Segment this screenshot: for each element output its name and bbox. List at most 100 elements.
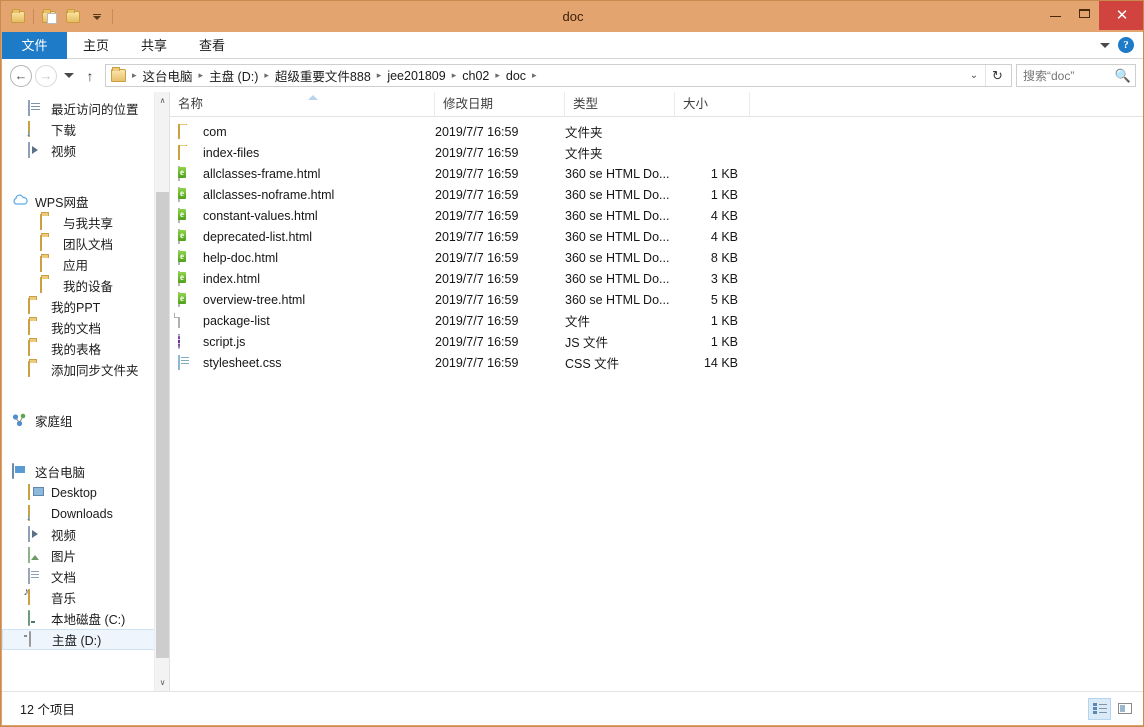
chevron-down-icon[interactable] [1100, 42, 1110, 48]
table-row[interactable]: script.js 2019/7/7 16:59 JS 文件 1 KB [170, 331, 1143, 352]
file-size: 8 KB [710, 250, 738, 265]
sidebar-item-apps[interactable]: 应用 [2, 254, 169, 275]
sidebar-item-main-disk-d[interactable]: 主盘 (D:) [2, 629, 163, 650]
maximize-button[interactable] [1070, 2, 1099, 24]
file-name-cell[interactable]: e help-doc.html [170, 249, 435, 266]
file-name-cell[interactable]: package-list [170, 312, 435, 329]
breadcrumb-separator[interactable]: ▸ [374, 70, 385, 81]
qat-properties-icon[interactable] [38, 6, 60, 28]
tab-view[interactable]: 查看 [183, 32, 241, 59]
details-view-button[interactable] [1088, 697, 1111, 720]
breadcrumb-separator[interactable]: ▸ [449, 70, 460, 81]
table-row[interactable]: com 2019/7/7 16:59 文件夹 [170, 121, 1143, 142]
sidebar-item-my-ppt[interactable]: 我的PPT [2, 296, 169, 317]
table-row[interactable]: stylesheet.css 2019/7/7 16:59 CSS 文件 14 … [170, 352, 1143, 373]
scrollbar-thumb[interactable] [156, 192, 169, 658]
scroll-down-arrow[interactable]: ∨ [155, 674, 169, 691]
table-row[interactable]: e deprecated-list.html 2019/7/7 16:59 36… [170, 226, 1143, 247]
sidebar-item-my-documents[interactable]: 我的文档 [2, 317, 169, 338]
sidebar-item-documents[interactable]: 文档 [2, 566, 169, 587]
qat-new-folder-icon[interactable] [62, 6, 84, 28]
table-row[interactable]: e allclasses-frame.html 2019/7/7 16:59 3… [170, 163, 1143, 184]
sidebar-item-music[interactable]: 音乐 [2, 587, 169, 608]
file-name-cell[interactable]: e index.html [170, 270, 435, 287]
file-name-cell[interactable]: e allclasses-frame.html [170, 165, 435, 182]
tab-home[interactable]: 主页 [67, 32, 125, 59]
breadcrumb-item-0[interactable]: 这台电脑 [140, 66, 196, 85]
breadcrumb-separator[interactable]: ▸ [129, 70, 140, 81]
file-name-cell[interactable]: e constant-values.html [170, 207, 435, 224]
sidebar-item-local-disk-c[interactable]: 本地磁盘 (C:) [2, 608, 169, 629]
search-input[interactable] [1023, 68, 1115, 83]
file-name-cell[interactable]: e overview-tree.html [170, 291, 435, 308]
navigation-pane: 最近访问的位置 下载 视频 [2, 92, 169, 691]
sidebar-item-downloads[interactable]: 下载 [2, 119, 169, 140]
breadcrumb-separator[interactable]: ▸ [529, 70, 540, 81]
sidebar-item-my-devices[interactable]: 我的设备 [2, 275, 169, 296]
tab-share[interactable]: 共享 [125, 32, 183, 59]
column-header-type[interactable]: 类型 [565, 91, 675, 117]
sidebar-scrollbar[interactable]: ∧ ∨ [154, 92, 169, 691]
file-name-cell[interactable]: stylesheet.css [170, 354, 435, 371]
up-button[interactable]: ↑ [79, 65, 101, 87]
qat-customize-dropdown-icon[interactable] [86, 6, 108, 28]
close-button[interactable]: ✕ [1099, 1, 1143, 30]
sidebar-item-team-docs[interactable]: 团队文档 [2, 233, 169, 254]
forward-button[interactable]: → [35, 64, 57, 87]
sidebar-item-shared-with-me[interactable]: 与我共享 [2, 212, 169, 233]
recent-locations-icon[interactable] [60, 65, 77, 87]
table-row[interactable]: e help-doc.html 2019/7/7 16:59 360 se HT… [170, 247, 1143, 268]
file-name-cell[interactable]: e deprecated-list.html [170, 228, 435, 245]
table-row[interactable]: e overview-tree.html 2019/7/7 16:59 360 … [170, 289, 1143, 310]
breadcrumb-separator[interactable]: ▸ [196, 70, 207, 81]
column-header-name[interactable]: 名称 [170, 91, 435, 117]
file-name-cell[interactable]: script.js [170, 333, 435, 350]
sidebar-item-downloads-pc[interactable]: Downloads [2, 503, 169, 524]
file-date: 2019/7/7 16:59 [435, 334, 519, 349]
sidebar-item-homegroup[interactable]: 家庭组 [2, 410, 169, 431]
table-row[interactable]: e constant-values.html 2019/7/7 16:59 36… [170, 205, 1143, 226]
sidebar-item-add-sync-folder[interactable]: 添加同步文件夹 [2, 359, 169, 380]
window-controls: ✕ [1041, 1, 1143, 32]
sidebar-item-recent-places[interactable]: 最近访问的位置 [2, 98, 169, 119]
search-icon[interactable]: 🔍 [1115, 68, 1131, 84]
breadcrumb-item-2[interactable]: 超级重要文件888 [272, 66, 374, 85]
breadcrumb-item-3[interactable]: jee201809 [384, 69, 448, 83]
table-row[interactable]: e index.html 2019/7/7 16:59 360 se HTML … [170, 268, 1143, 289]
table-row[interactable]: index-files 2019/7/7 16:59 文件夹 [170, 142, 1143, 163]
column-header-date[interactable]: 修改日期 [435, 91, 565, 117]
breadcrumb-item-1[interactable]: 主盘 (D:) [206, 66, 261, 85]
breadcrumb-separator[interactable]: ▸ [492, 70, 503, 81]
help-icon[interactable]: ? [1118, 37, 1134, 53]
sidebar-item-my-sheets[interactable]: 我的表格 [2, 338, 169, 359]
large-icons-view-button[interactable] [1113, 698, 1136, 720]
breadcrumb-item-5[interactable]: doc [503, 69, 529, 83]
breadcrumb[interactable]: ▸ 这台电脑 ▸ 主盘 (D:) ▸ 超级重要文件888 ▸ jee201809… [105, 64, 1012, 87]
breadcrumb-item-4[interactable]: ch02 [459, 69, 492, 83]
qat-folder-icon[interactable] [7, 6, 29, 28]
minimize-button[interactable] [1041, 2, 1070, 24]
sidebar-item-videos[interactable]: 视频 [2, 140, 169, 161]
breadcrumb-separator[interactable]: ▸ [261, 70, 272, 81]
file-size: 14 KB [703, 355, 738, 370]
videos-icon [28, 141, 45, 159]
column-header-size[interactable]: 大小 [675, 91, 750, 117]
sidebar-item-this-pc[interactable]: 这台电脑 [2, 461, 169, 482]
address-dropdown-icon[interactable]: ⌄ [963, 65, 985, 86]
file-date: 2019/7/7 16:59 [435, 313, 519, 328]
tab-file[interactable]: 文件 [2, 32, 67, 59]
table-row[interactable]: e allclasses-noframe.html 2019/7/7 16:59… [170, 184, 1143, 205]
refresh-icon[interactable]: ↻ [985, 65, 1009, 86]
back-button[interactable]: ← [10, 64, 32, 87]
sidebar-item-pictures[interactable]: 图片 [2, 545, 169, 566]
file-type: 360 se HTML Do... [565, 208, 670, 223]
sidebar-item-videos-pc[interactable]: 视频 [2, 524, 169, 545]
table-row[interactable]: package-list 2019/7/7 16:59 文件 1 KB [170, 310, 1143, 331]
sidebar-item-desktop[interactable]: Desktop [2, 482, 169, 503]
file-name-cell[interactable]: index-files [170, 144, 435, 161]
scroll-up-arrow[interactable]: ∧ [155, 92, 169, 109]
file-name-cell[interactable]: com [170, 123, 435, 140]
sidebar-item-wps-cloud[interactable]: WPS网盘 [2, 191, 169, 212]
search-box[interactable]: 🔍 [1016, 64, 1136, 87]
file-name-cell[interactable]: e allclasses-noframe.html [170, 186, 435, 203]
